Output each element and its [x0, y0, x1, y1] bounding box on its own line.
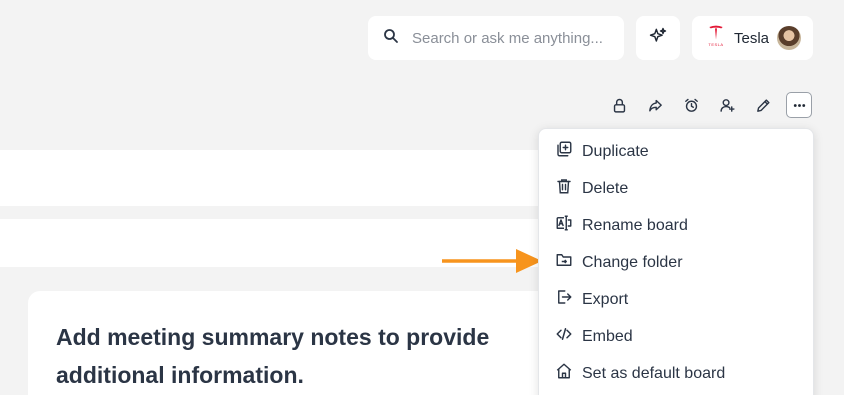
card-heading: Add meeting summary notes to provide add…: [56, 324, 490, 388]
tesla-logo: TESLA: [706, 25, 726, 51]
menu-item-label: Duplicate: [582, 142, 649, 160]
export-icon: [555, 288, 573, 311]
code-icon: [555, 325, 573, 348]
search-input[interactable]: [412, 29, 612, 47]
board-toolbar: [606, 92, 812, 118]
board-options-menu: Duplicate Delete Rename board Change fol…: [538, 128, 814, 395]
ai-assistant-button[interactable]: [636, 16, 680, 60]
logo-wordmark: TESLA: [708, 42, 724, 47]
search-icon: [382, 27, 400, 50]
menu-item-label: Delete: [582, 179, 629, 197]
menu-item-label: Embed: [582, 327, 633, 345]
menu-item-change-folder[interactable]: Change folder: [539, 244, 813, 281]
menu-item-embed[interactable]: Embed: [539, 318, 813, 355]
menu-item-label: Rename board: [582, 216, 688, 234]
pencil-icon[interactable]: [750, 92, 776, 118]
board-row: [0, 150, 560, 206]
share-icon[interactable]: [642, 92, 668, 118]
menu-item-delete[interactable]: Delete: [539, 170, 813, 207]
search-bar[interactable]: [368, 16, 624, 60]
menu-item-rename-board[interactable]: Rename board: [539, 207, 813, 244]
lock-icon[interactable]: [606, 92, 632, 118]
menu-item-export[interactable]: Export: [539, 281, 813, 318]
folder-icon: [555, 251, 573, 274]
alarm-icon[interactable]: [678, 92, 704, 118]
menu-item-label: Set as default board: [582, 364, 726, 382]
account-switcher[interactable]: TESLA Tesla: [692, 16, 813, 60]
menu-item-label: Export: [582, 290, 629, 308]
menu-item-set-default-board[interactable]: Set as default board: [539, 355, 813, 392]
trash-icon: [555, 177, 573, 200]
rename-icon: [555, 214, 573, 237]
more-icon[interactable]: [786, 92, 812, 118]
menu-item-label: Change folder: [582, 253, 683, 271]
avatar[interactable]: [777, 26, 801, 50]
summary-card: Add meeting summary notes to provide add…: [28, 291, 588, 395]
menu-item-duplicate[interactable]: Duplicate: [539, 133, 813, 170]
home-icon: [555, 362, 573, 385]
account-name: Tesla: [734, 29, 770, 47]
duplicate-icon: [555, 140, 573, 163]
sparkle-icon: [648, 26, 668, 51]
arrow-annotation-icon: [442, 249, 542, 273]
add-user-icon[interactable]: [714, 92, 740, 118]
